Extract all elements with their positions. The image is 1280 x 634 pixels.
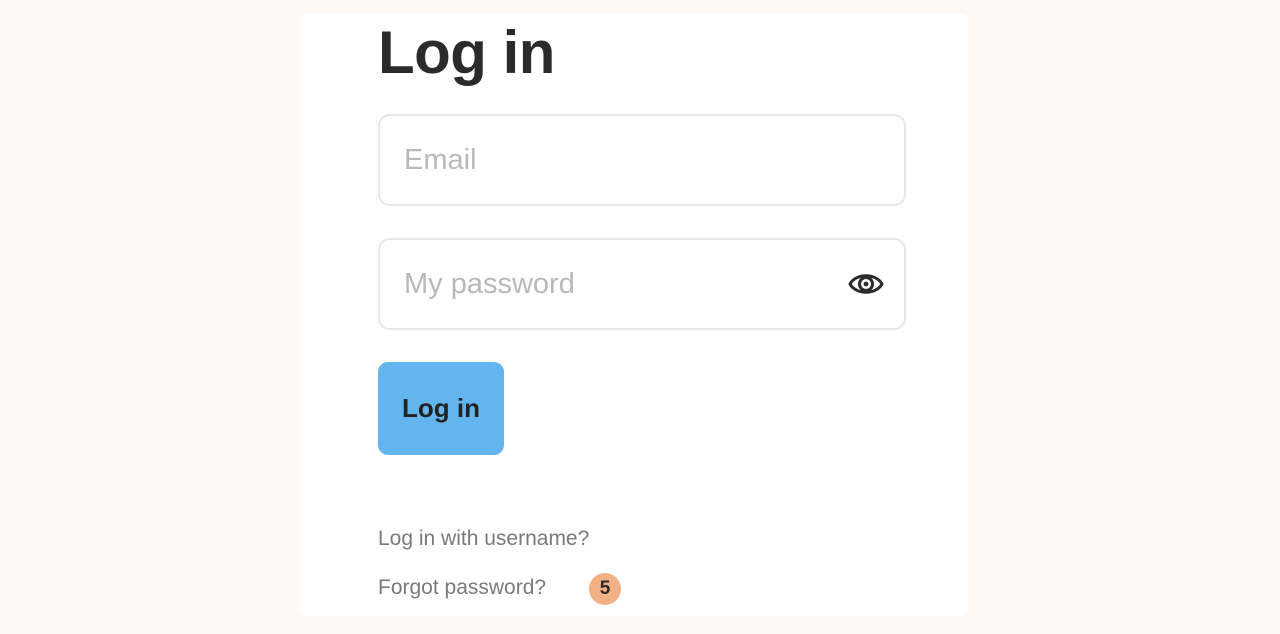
forgot-password-link[interactable]: Forgot password? [378,576,546,600]
eye-icon[interactable] [848,268,884,300]
email-field-container[interactable] [378,114,906,206]
count-badge: 5 [589,573,621,605]
password-field-container[interactable] [378,238,906,330]
page-title: Log in [378,19,555,86]
login-with-username-link[interactable]: Log in with username? [378,527,589,551]
login-button[interactable]: Log in [378,362,504,455]
password-input[interactable] [404,240,844,328]
email-input[interactable] [404,116,844,204]
